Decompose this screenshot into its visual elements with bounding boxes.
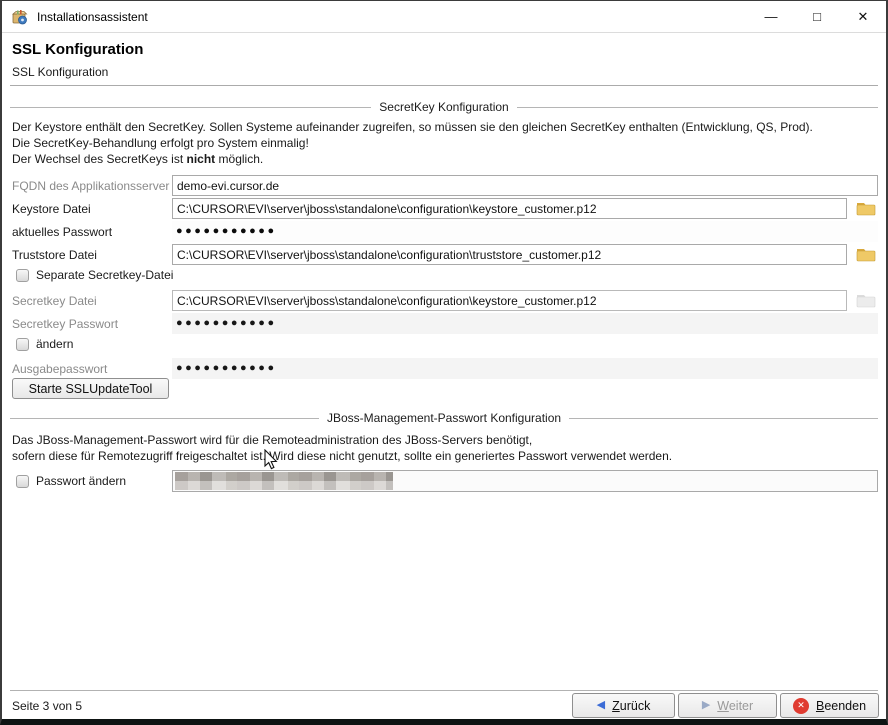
page-title: SSL Konfiguration	[12, 41, 143, 58]
fqdn-label: FQDN des Applikationsserver	[12, 179, 169, 193]
fqdn-input[interactable]	[172, 175, 878, 196]
installer-window: Installationsassistent — □ ✕ SSL Konfigu…	[0, 0, 888, 725]
back-button[interactable]: ◀ Zurück	[572, 693, 675, 718]
footer-divider	[10, 690, 878, 691]
change-checkbox-label: ändern	[36, 337, 73, 351]
separate-secretkey-checkbox-row[interactable]: Separate Secretkey-Datei	[16, 268, 173, 282]
change-password-checkbox[interactable]	[16, 475, 29, 488]
change-password-checkbox-label: Passwort ändern	[36, 474, 126, 488]
description-line: Der Keystore enthält den SecretKey. Soll…	[12, 119, 813, 135]
page-indicator: Seite 3 von 5	[12, 699, 82, 713]
secretkey-browse-button-disabled	[853, 290, 878, 311]
window-title: Installationsassistent	[37, 10, 148, 24]
header-divider	[10, 85, 878, 86]
keystore-file-input[interactable]	[172, 198, 847, 219]
truststore-file-label: Truststore Datei	[12, 248, 97, 262]
current-password-label: aktuelles Passwort	[12, 225, 112, 239]
change-checkbox[interactable]	[16, 338, 29, 351]
next-button-disabled: ▶ Weiter	[678, 693, 777, 718]
change-password-checkbox-row[interactable]: Passwort ändern	[16, 474, 126, 488]
current-password-field[interactable]: ●●●●●●●●●●●	[172, 221, 878, 242]
page-subtitle: SSL Konfiguration	[12, 65, 108, 79]
installer-package-icon	[11, 8, 29, 26]
start-ssl-update-tool-button[interactable]: Starte SSLUpdateTool	[12, 378, 169, 399]
divider	[569, 418, 878, 419]
truststore-file-input[interactable]	[172, 244, 847, 265]
folder-icon-disabled	[856, 293, 876, 308]
jboss-password-field	[172, 470, 878, 492]
jboss-section-header: JBoss-Management-Passwort Konfiguration	[10, 411, 878, 425]
divider	[10, 418, 319, 419]
secretkey-file-input	[172, 290, 847, 311]
close-button[interactable]: ✕	[840, 1, 886, 32]
keystore-file-label: Keystore Datei	[12, 202, 91, 216]
folder-icon	[856, 201, 876, 216]
jboss-section-title: JBoss-Management-Passwort Konfiguration	[327, 411, 561, 425]
secretkey-description: Der Keystore enthält den SecretKey. Soll…	[12, 119, 813, 167]
quit-button[interactable]: ✕ Beenden	[780, 693, 879, 718]
blurred-password-value	[175, 472, 393, 490]
mouse-cursor	[264, 449, 280, 471]
secretkey-section-title: SecretKey Konfiguration	[379, 100, 508, 114]
minimize-button[interactable]: —	[748, 1, 794, 32]
secretkey-file-label: Secretkey Datei	[12, 294, 97, 308]
window-controls: — □ ✕	[748, 1, 886, 32]
back-arrow-icon: ◀	[597, 700, 605, 711]
keystore-browse-button[interactable]	[853, 198, 878, 219]
divider	[517, 107, 878, 108]
description-line: Das JBoss-Management-Passwort wird für d…	[12, 432, 672, 448]
description-line: Der Wechsel des SecretKeys ist nicht mög…	[12, 151, 813, 167]
folder-icon	[856, 247, 876, 262]
separate-secretkey-checkbox[interactable]	[16, 269, 29, 282]
description-line: Die SecretKey-Behandlung erfolgt pro Sys…	[12, 135, 813, 151]
jboss-description: Das JBoss-Management-Passwort wird für d…	[12, 432, 672, 464]
next-arrow-icon: ▶	[702, 700, 710, 711]
maximize-button[interactable]: □	[794, 1, 840, 32]
secretkey-password-field: ●●●●●●●●●●●	[172, 313, 878, 334]
secretkey-section-header: SecretKey Konfiguration	[10, 100, 878, 114]
separate-secretkey-checkbox-label: Separate Secretkey-Datei	[36, 268, 173, 282]
secretkey-password-label: Secretkey Passwort	[12, 317, 118, 331]
change-checkbox-row[interactable]: ändern	[16, 337, 73, 351]
description-line: sofern diese für Remotezugriff freigesch…	[12, 448, 672, 464]
output-password-field: ●●●●●●●●●●●	[172, 358, 878, 379]
truststore-browse-button[interactable]	[853, 244, 878, 265]
titlebar: Installationsassistent — □ ✕	[2, 1, 886, 33]
quit-x-icon: ✕	[793, 698, 809, 714]
divider	[10, 107, 371, 108]
output-password-label: Ausgabepasswort	[12, 362, 107, 376]
